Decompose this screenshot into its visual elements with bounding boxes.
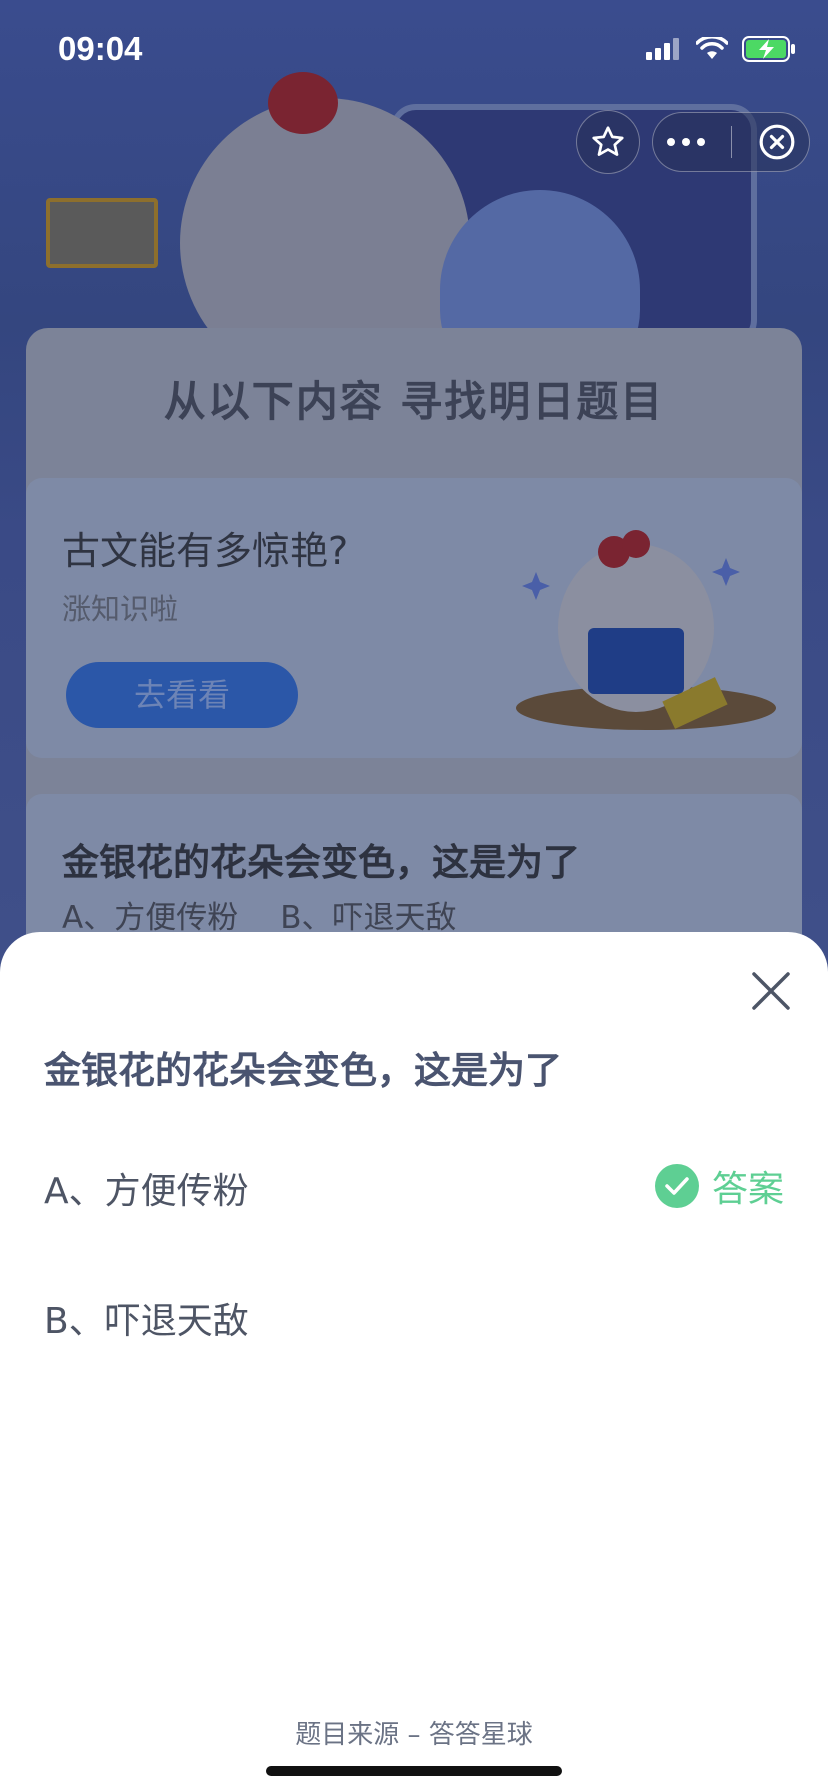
article-card[interactable]: 古文能有多惊艳? 涨知识啦 去看看 bbox=[26, 478, 802, 758]
question-card-option-a: A、方便传粉 bbox=[62, 900, 239, 936]
favorite-button[interactable] bbox=[576, 110, 640, 174]
check-circle-icon bbox=[654, 1164, 699, 1208]
option-b[interactable]: B、吓退天敌 bbox=[44, 1292, 249, 1344]
more-icon bbox=[666, 138, 705, 146]
panel-title: 从以下内容 寻找明日题目 bbox=[163, 377, 665, 426]
home-indicator bbox=[266, 1766, 562, 1776]
option-a[interactable]: A、方便传粉 bbox=[44, 1162, 249, 1214]
question-card-title: 金银花的花朵会变色，这是为了 bbox=[62, 841, 580, 884]
answer-sheet: 金银花的花朵会变色，这是为了 A、方便传粉 答案 B、吓退天敌 题目来源 – 答… bbox=[0, 932, 828, 1792]
status-bar: 09:04 bbox=[0, 0, 828, 100]
battery-charging-icon bbox=[742, 36, 795, 62]
close-circle-icon bbox=[759, 124, 795, 160]
question-card-options: A、方便传粉 B、吓退天敌 bbox=[62, 892, 457, 937]
capsule-divider bbox=[731, 126, 733, 158]
source-text: 题目来源 – 答答星球 bbox=[295, 1720, 533, 1750]
question-title: 金银花的花朵会变色，这是为了 bbox=[44, 1049, 562, 1092]
signal-icon bbox=[646, 38, 679, 60]
view-button[interactable]: 去看看 bbox=[66, 662, 298, 728]
exit-button[interactable] bbox=[758, 123, 796, 161]
wifi-icon bbox=[696, 37, 728, 59]
mini-program-capsule bbox=[652, 112, 810, 172]
medal-frame-illustration bbox=[46, 198, 158, 268]
close-icon[interactable] bbox=[748, 968, 794, 1014]
status-time: 09:04 bbox=[58, 30, 143, 67]
article-title: 古文能有多惊艳? bbox=[62, 529, 349, 573]
article-subtitle: 涨知识啦 bbox=[62, 592, 179, 626]
more-button[interactable] bbox=[666, 137, 706, 147]
star-icon bbox=[592, 126, 624, 156]
answer-label: 答案 bbox=[711, 1169, 784, 1210]
answer-badge: 答案 bbox=[654, 1160, 784, 1212]
question-card-option-b: B、吓退天敌 bbox=[280, 900, 457, 936]
reading-chick-illustration bbox=[516, 530, 776, 730]
status-icons bbox=[646, 36, 796, 62]
